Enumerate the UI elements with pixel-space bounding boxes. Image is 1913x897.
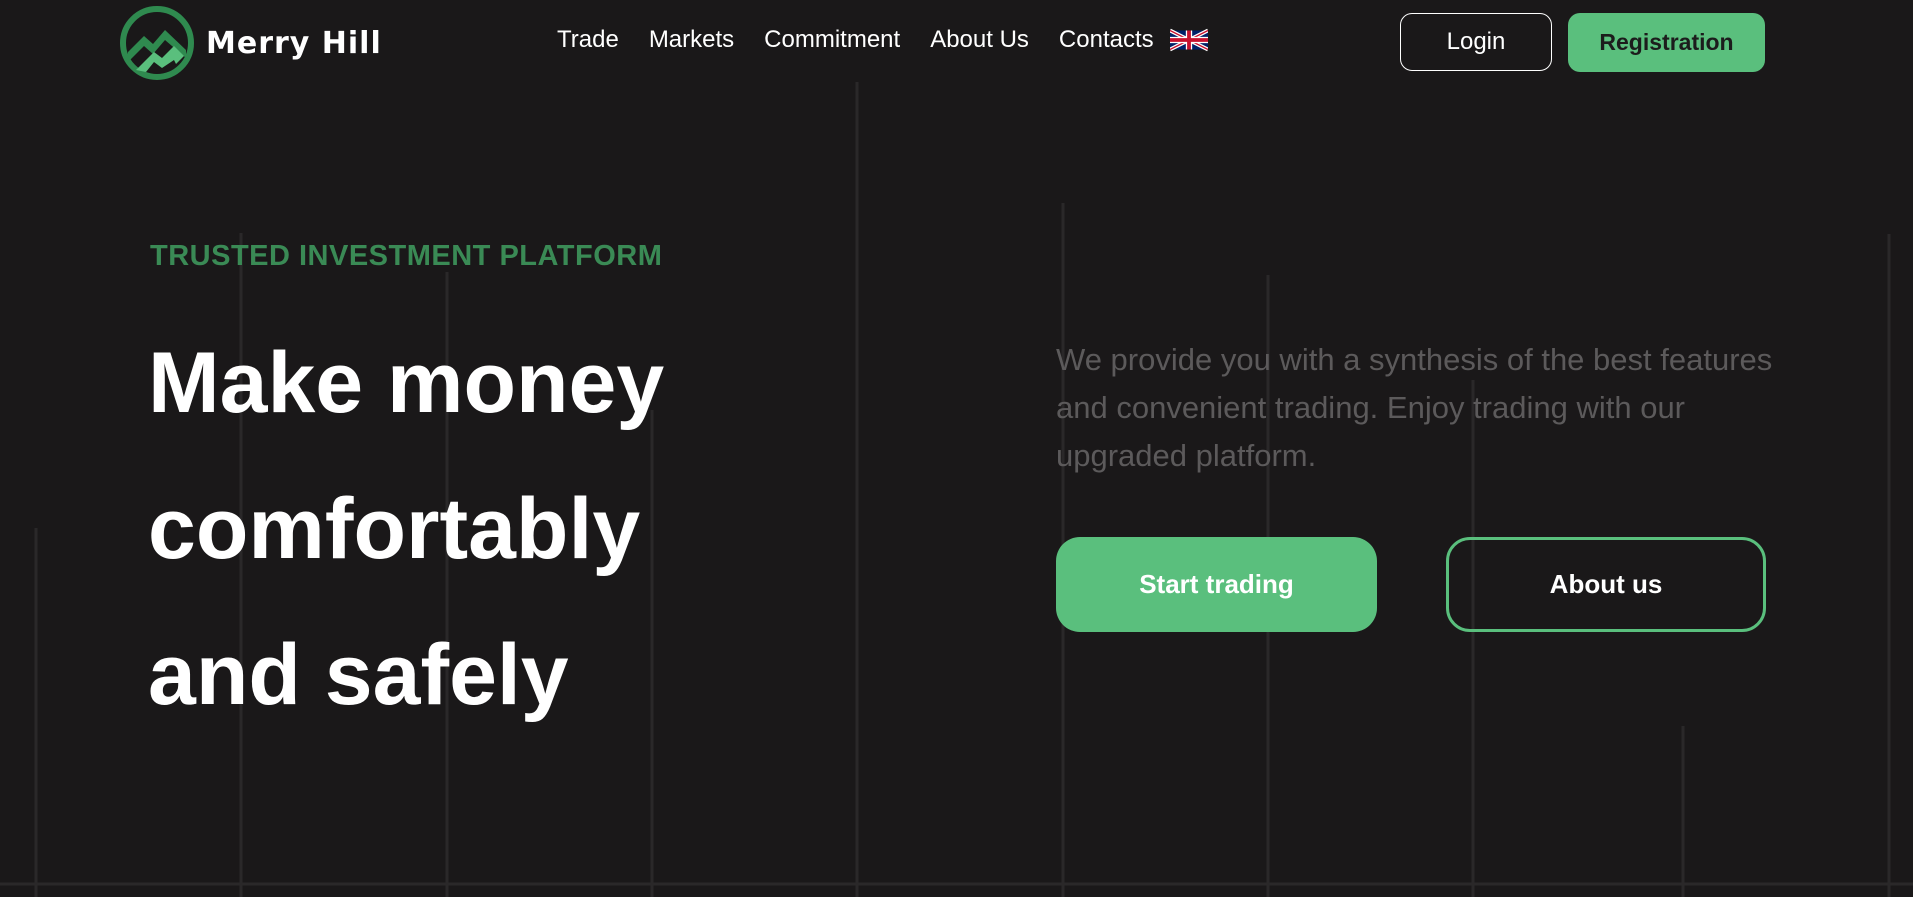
start-trading-button[interactable]: Start trading	[1056, 537, 1377, 632]
headline-line: comfortably	[148, 481, 641, 577]
nav-item-markets[interactable]: Markets	[649, 26, 734, 54]
site-header: Merry Hill Trade Markets Commitment Abou…	[0, 0, 1913, 90]
mountain-logo-icon	[120, 6, 194, 80]
nav-item-commitment[interactable]: Commitment	[764, 26, 900, 54]
registration-button[interactable]: Registration	[1568, 13, 1765, 72]
uk-flag-icon[interactable]	[1168, 28, 1209, 52]
nav-item-about-us[interactable]: About Us	[930, 26, 1029, 54]
nav-item-contacts[interactable]: Contacts	[1059, 26, 1154, 54]
logo-link[interactable]: Merry Hill	[120, 6, 382, 80]
hero-eyebrow: TRUSTED INVESTMENT PLATFORM	[150, 240, 663, 272]
main-nav: Trade Markets Commitment About Us Contac…	[557, 26, 1209, 54]
hero-headline: Make money comfortably and safely	[148, 310, 664, 748]
logo-text: Merry Hill	[206, 25, 382, 61]
hero-description: We provide you with a synthesis of the b…	[1056, 342, 1773, 473]
about-us-button[interactable]: About us	[1446, 537, 1766, 632]
headline-line: Make money	[148, 335, 665, 431]
headline-line: and safely	[148, 627, 569, 723]
login-button[interactable]: Login	[1400, 13, 1552, 71]
nav-item-trade[interactable]: Trade	[557, 26, 619, 54]
